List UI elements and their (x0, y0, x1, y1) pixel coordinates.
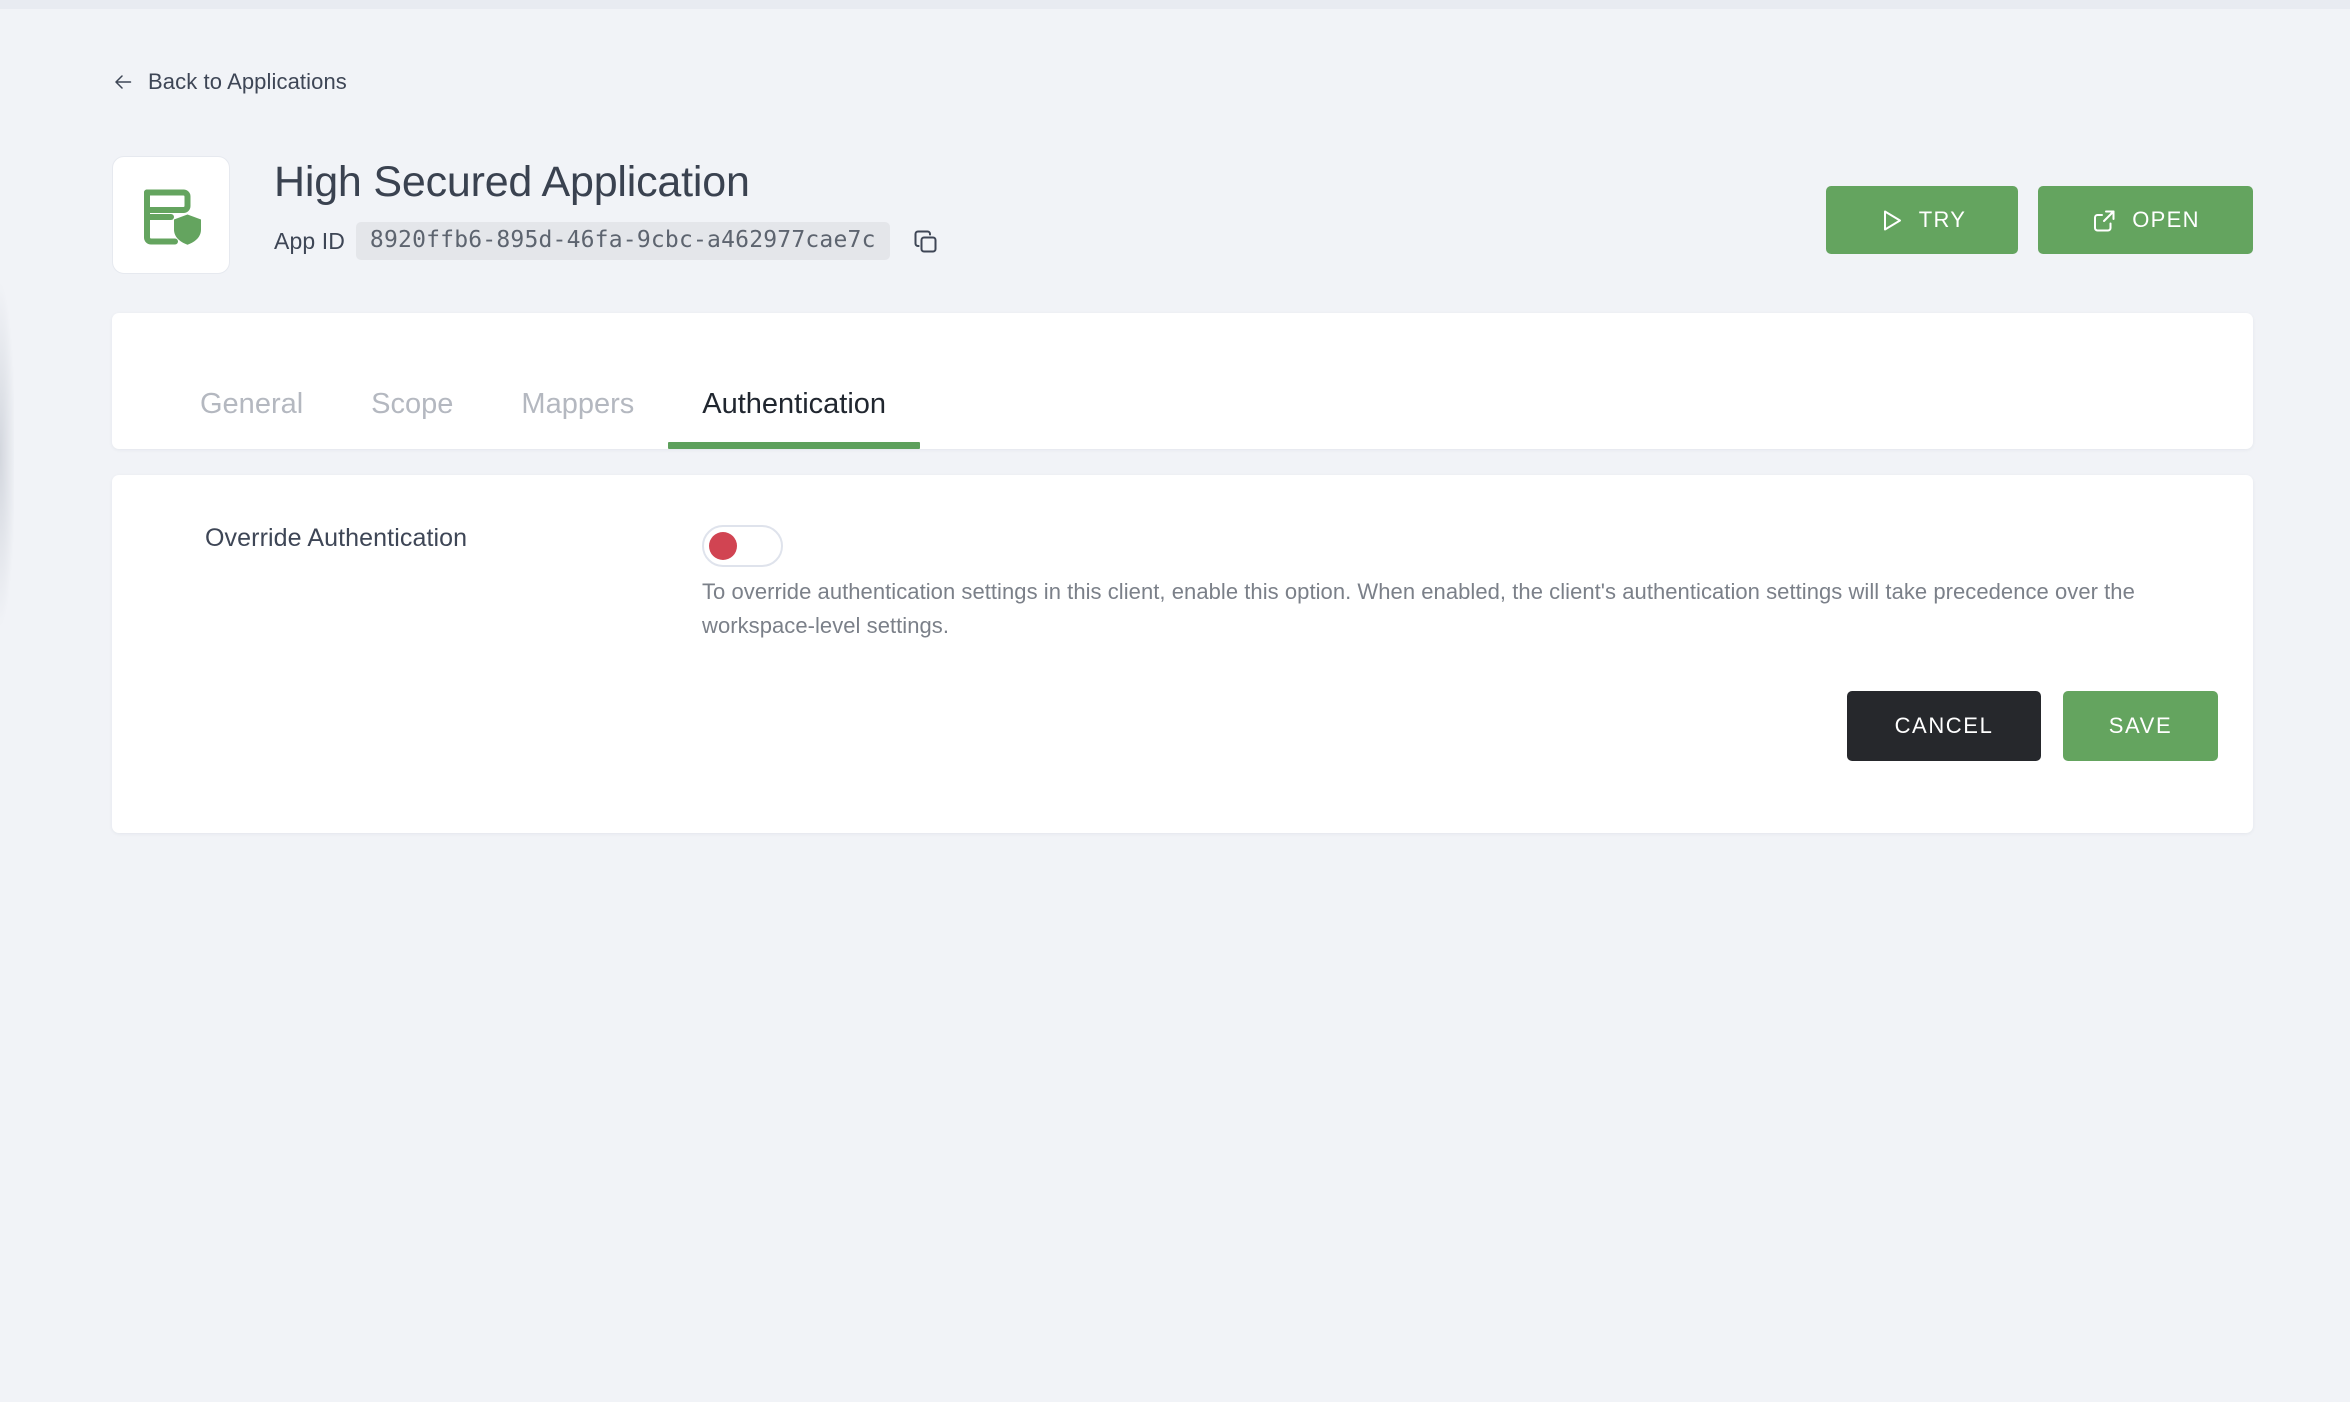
top-band (0, 0, 2350, 9)
override-authentication-toggle[interactable] (702, 525, 783, 567)
back-to-applications-link[interactable]: Back to Applications (112, 69, 347, 95)
app-id-row: App ID 8920ffb6-895d-46fa-9cbc-a462977ca… (274, 222, 943, 260)
override-authentication-description: To override authentication settings in t… (702, 579, 2135, 638)
external-link-icon (2091, 207, 2118, 234)
open-button-label: OPEN (2132, 207, 2200, 232)
tab-bar: General Scope Mappers Authentication (166, 387, 920, 449)
tab-authentication[interactable]: Authentication (668, 387, 920, 449)
app-icon-container (112, 156, 230, 274)
open-button[interactable]: OPEN (2038, 186, 2253, 254)
page-root: Back to Applications High Secured Applic… (0, 9, 2350, 1402)
tab-mappers[interactable]: Mappers (487, 387, 668, 449)
arrow-left-icon (112, 71, 134, 93)
toggle-knob (709, 532, 737, 560)
tab-general[interactable]: General (166, 387, 337, 449)
list-shield-icon (135, 179, 207, 251)
save-button[interactable]: SAVE (2063, 691, 2218, 761)
copy-app-id-button[interactable] (909, 224, 943, 258)
app-header-text: High Secured Application App ID 8920ffb6… (274, 156, 943, 260)
try-button-label: TRY (1918, 207, 1967, 232)
override-authentication-label: Override Authentication (205, 524, 468, 552)
try-button[interactable]: TRY (1826, 186, 2018, 254)
app-header: High Secured Application App ID 8920ffb6… (112, 156, 2253, 276)
tabs-card: General Scope Mappers Authentication (112, 313, 2253, 449)
play-icon (1878, 207, 1905, 234)
copy-icon (912, 228, 939, 255)
app-id-value: 8920ffb6-895d-46fa-9cbc-a462977cae7c (355, 222, 890, 260)
card-actions: CANCEL SAVE (1847, 691, 2218, 761)
page-title: High Secured Application (274, 158, 750, 206)
back-link-label: Back to Applications (148, 69, 347, 94)
header-actions: TRY OPEN (1826, 186, 2253, 254)
app-id-label: App ID (274, 227, 345, 254)
tab-scope[interactable]: Scope (337, 387, 487, 449)
cancel-button[interactable]: CANCEL (1847, 691, 2041, 761)
